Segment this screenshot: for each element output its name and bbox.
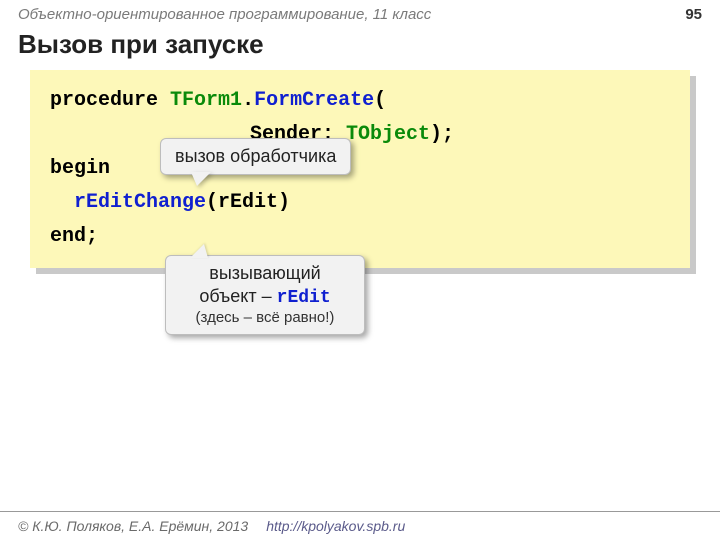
callout-handler-text: вызов обработчика [175, 146, 336, 166]
code-box: procedure TForm1.FormCreate( Sender: TOb… [30, 70, 690, 268]
slide-footer: © К.Ю. Поляков, Е.А. Ерёмин, 2013 http:/… [0, 511, 720, 540]
callout-line1: вызывающий [180, 262, 350, 285]
param-type: TObject [346, 123, 430, 146]
kw-procedure: procedure [50, 89, 158, 112]
callout-tail [190, 244, 208, 258]
callout-line2: объект – rEdit [180, 285, 350, 310]
call-args: (rEdit) [206, 191, 290, 214]
page-number: 95 [685, 6, 702, 23]
call-name: rEditChange [74, 191, 206, 214]
dot: . [242, 89, 254, 112]
code-line-2: Sender: TObject); [50, 118, 670, 152]
method-name: FormCreate [254, 89, 374, 112]
slide-header: Объектно-ориентированное программировани… [0, 0, 720, 25]
code-line-4: rEditChange(rEdit) [50, 186, 670, 220]
kw-begin: begin [50, 157, 110, 180]
class-name: TForm1 [170, 89, 242, 112]
code-line-3: begin [50, 152, 670, 186]
code-block: procedure TForm1.FormCreate( Sender: TOb… [30, 70, 690, 268]
slide-title: Вызов при запуске [0, 25, 720, 70]
callout-line2-text: объект – [199, 286, 276, 306]
callout-handler: вызов обработчика [160, 138, 351, 175]
callout-caller-object: вызывающий объект – rEdit (здесь – всё р… [165, 255, 365, 335]
callout-small: (здесь – всё равно!) [180, 309, 350, 328]
course-label: Объектно-ориентированное программировани… [18, 6, 431, 23]
open-paren: ( [374, 89, 386, 112]
copyright: © К.Ю. Поляков, Е.А. Ерёмин, 2013 [18, 518, 248, 534]
code-line-1: procedure TForm1.FormCreate( [50, 84, 670, 118]
close-paren: ); [430, 123, 454, 146]
code-line-5: end; [50, 220, 670, 254]
footer-url: http://kpolyakov.spb.ru [266, 518, 405, 534]
callout-mono: rEdit [277, 288, 331, 308]
kw-end: end; [50, 225, 98, 248]
callout-tail [191, 172, 211, 186]
